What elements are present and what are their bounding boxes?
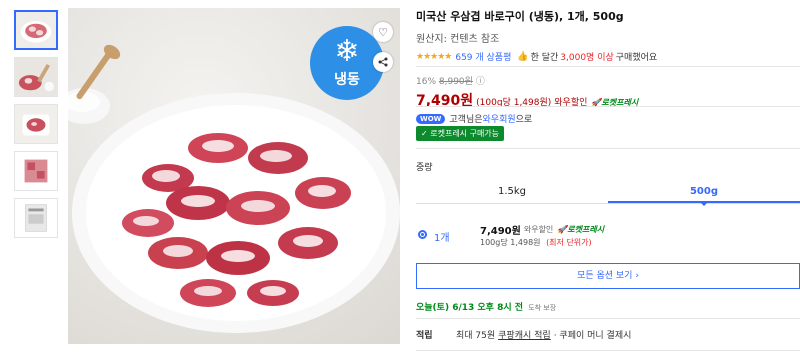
sale-price-row: 7,490원 (100g당 1,498원) 와우할인 🚀로켓프레시 bbox=[416, 90, 800, 110]
info-icon[interactable]: ⓘ bbox=[476, 77, 485, 87]
option-unit-row: 100g당 1,498원 (최저 단위가) bbox=[480, 237, 592, 248]
snowflake-icon: ❄ bbox=[334, 34, 360, 69]
divider bbox=[416, 66, 800, 67]
rocket-fresh-available-tag: ✓ 로켓프레시 구매가능 bbox=[416, 126, 505, 141]
price-section: 16% 8,990원 ⓘ 7,490원 (100g당 1,498원) 와우할인 … bbox=[416, 74, 800, 110]
wow-badge: WOW bbox=[416, 113, 446, 124]
option-price: 7,490원 bbox=[480, 226, 521, 237]
option-lowest-label: (최저 단위가) bbox=[546, 238, 592, 247]
product-title: 미국산 우삼겹 바로구이 (냉동), 1개, 500g bbox=[416, 10, 624, 23]
thumbnail-1[interactable] bbox=[14, 10, 58, 50]
view-all-options-button[interactable]: 모든 옵션 보기 › bbox=[416, 263, 800, 289]
share-icon bbox=[378, 57, 388, 67]
points-row: 적립 최대 75원 쿠팡캐시 적립 · 쿠페이 머니 결제시 bbox=[416, 328, 800, 341]
frozen-badge-label: 냉동 bbox=[334, 72, 360, 88]
sale-price: 7,490원 bbox=[416, 93, 474, 109]
delivery-info: 오늘(토) 6/13 오후 8시 전 도착 보장 bbox=[416, 300, 556, 313]
original-price: 8,990원 bbox=[438, 77, 473, 87]
product-origin: 원산지: 컨텐츠 참조 bbox=[416, 34, 500, 45]
weight-label: 중량 bbox=[416, 163, 433, 173]
divider bbox=[416, 350, 800, 351]
thumbnail-4[interactable] bbox=[14, 151, 58, 191]
discount-rate: 16% bbox=[416, 77, 437, 87]
main-product-image: ❄ 냉동 ♡ bbox=[68, 8, 400, 344]
divider bbox=[416, 106, 800, 107]
points-label: 적립 bbox=[416, 331, 433, 341]
weight-tabs: 1.5kg 500g bbox=[416, 180, 800, 206]
option-radio[interactable] bbox=[418, 230, 427, 239]
option-wow-label: 와우할인 bbox=[523, 225, 554, 234]
option-quantity: 1개 bbox=[434, 233, 450, 244]
thumbnail-list bbox=[14, 10, 60, 245]
share-button[interactable] bbox=[373, 52, 393, 72]
review-count-link[interactable]: 659 개 상품평 bbox=[455, 50, 511, 63]
bought-highlight: 3,000명 이상 bbox=[560, 53, 614, 63]
thumbnail-2[interactable] bbox=[14, 57, 58, 97]
divider bbox=[416, 318, 800, 319]
option-rocket-label: 🚀로켓프레시 bbox=[557, 225, 605, 234]
points-suffix: · 쿠페이 머니 결제시 bbox=[553, 331, 632, 341]
wow-member-row: WOW 고객님은 와우회원 으로 bbox=[416, 112, 532, 125]
discount-row: 16% 8,990원 ⓘ bbox=[416, 74, 800, 87]
divider bbox=[416, 148, 800, 149]
wow-prefix: 고객님은 bbox=[449, 115, 483, 125]
wow-member-link[interactable]: 와우회원 bbox=[483, 112, 516, 125]
selected-option[interactable]: 1개 7,490원 와우할인 🚀로켓프레시 100g당 1,498원 (최저 단… bbox=[416, 220, 800, 252]
tab-500g[interactable]: 500g bbox=[608, 180, 800, 206]
thumbs-up-icon: 👍 bbox=[517, 51, 529, 62]
favorite-button[interactable]: ♡ bbox=[373, 22, 393, 42]
delivery-guarantee: 도착 보장 bbox=[528, 304, 557, 312]
option-price-row: 7,490원 와우할인 🚀로켓프레시 bbox=[480, 222, 604, 237]
points-prefix: 최대 75원 bbox=[456, 331, 496, 341]
product-info: 미국산 우삼겹 바로구이 (냉동), 1개, 500g 원산지: 컨텐츠 참조 … bbox=[416, 8, 800, 63]
coupang-cash-link[interactable]: 쿠팡캐시 적립 bbox=[498, 328, 551, 341]
heart-icon: ♡ bbox=[378, 25, 388, 39]
thumbnail-5[interactable] bbox=[14, 198, 58, 238]
bought-prefix: 한 달간 bbox=[530, 53, 559, 63]
star-rating: ★★★★★ bbox=[416, 51, 452, 62]
rating-row: ★★★★★ 659 개 상품평 👍 한 달간 3,000명 이상 구매했어요 bbox=[416, 50, 800, 64]
option-unit-price: 100g당 1,498원 bbox=[480, 238, 541, 247]
bought-suffix: 구매했어요 bbox=[615, 53, 658, 63]
tab-1-5kg[interactable]: 1.5kg bbox=[416, 180, 608, 203]
purchase-count: 👍 한 달간 3,000명 이상 구매했어요 bbox=[517, 50, 658, 64]
thumbnail-3[interactable] bbox=[14, 104, 58, 144]
wow-suffix: 으로 bbox=[515, 115, 533, 125]
delivery-date: 오늘(토) 6/13 오후 8시 전 bbox=[416, 303, 524, 313]
